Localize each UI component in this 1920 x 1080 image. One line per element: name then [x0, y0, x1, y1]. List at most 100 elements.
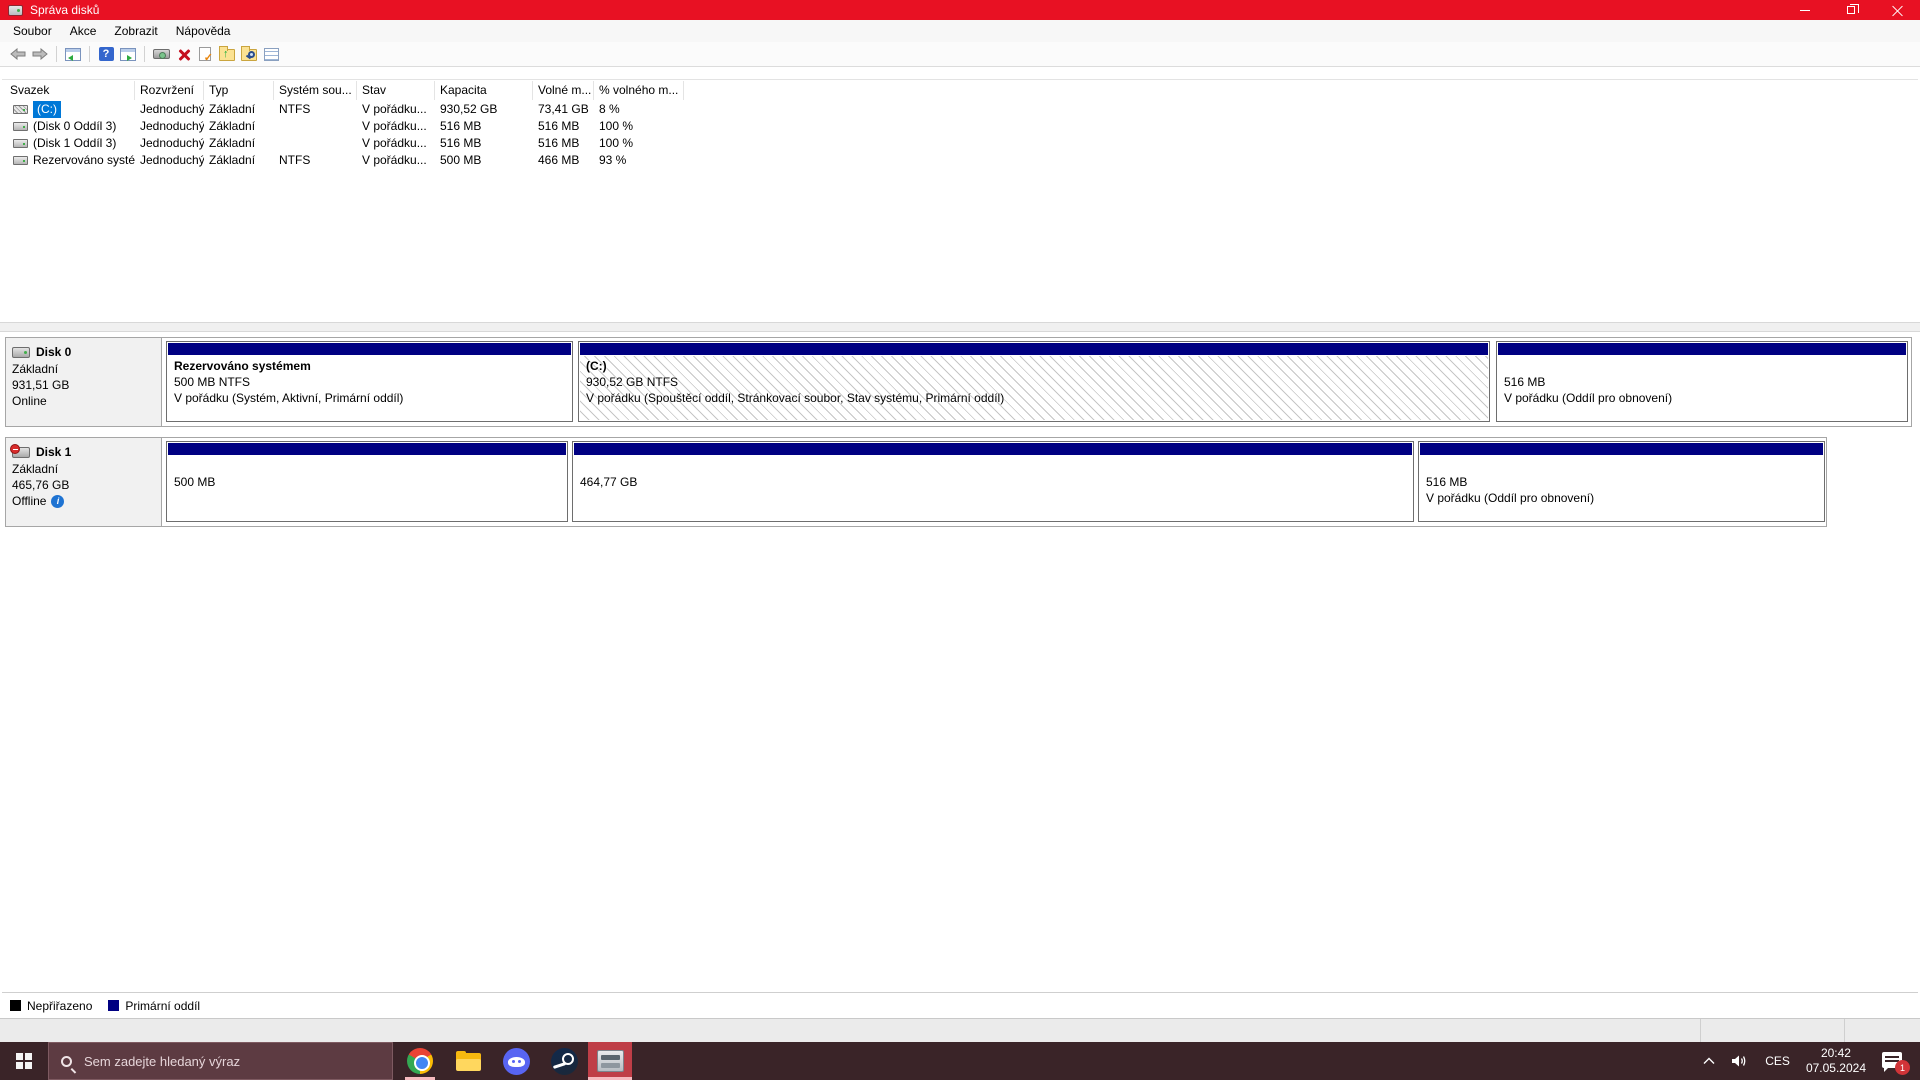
volume-name: Rezervováno systé... — [33, 152, 135, 169]
keyboard-language-indicator[interactable]: CES — [1765, 1054, 1790, 1068]
cell-layout: Jednoduchý — [135, 152, 204, 169]
taskbar-clock[interactable]: 20:42 07.05.2024 — [1806, 1046, 1866, 1076]
close-icon — [1892, 5, 1903, 16]
volume-icon — [13, 156, 28, 165]
tray-chevron-up-icon[interactable] — [1703, 1057, 1715, 1065]
cell-fs: NTFS — [274, 152, 357, 169]
taskbar: CES 20:42 07.05.2024 1 — [0, 1042, 1920, 1080]
details-view-button[interactable] — [260, 44, 282, 64]
partition-c-selected[interactable]: (C:) 930,52 GB NTFS V pořádku (Spouštěcí… — [578, 341, 1490, 422]
file-explorer-icon — [456, 1051, 481, 1071]
table-row-rezervovano[interactable]: Rezervováno systé... Jednoduchý Základní… — [5, 152, 684, 169]
title-bar: Správa disků — [0, 0, 1920, 20]
menu-napoveda[interactable]: Nápověda — [167, 21, 240, 41]
disk-drive-icon — [12, 347, 30, 358]
partition-recovery-disk1[interactable]: 516 MB V pořádku (Oddíl pro obnovení) — [1418, 441, 1825, 522]
taskbar-app-disk-management[interactable] — [588, 1042, 632, 1080]
volume-name: (Disk 1 Oddíl 3) — [33, 135, 116, 152]
drive-properties-button[interactable] — [150, 44, 172, 64]
partition-disk1-500mb[interactable]: 500 MB — [166, 441, 568, 522]
restore-button[interactable] — [1828, 0, 1874, 20]
column-header-volne-misto[interactable]: Volné m... — [533, 81, 594, 100]
console-tree-icon — [65, 48, 81, 61]
partition-status — [174, 490, 560, 506]
legend-unallocated-label: Nepřiřazeno — [27, 999, 92, 1013]
chrome-icon — [407, 1048, 433, 1074]
cell-layout: Jednoduchý — [135, 135, 204, 152]
taskbar-search[interactable] — [48, 1042, 393, 1080]
partition-status: V pořádku (Systém, Aktivní, Primární odd… — [174, 390, 565, 406]
forward-button[interactable] — [29, 44, 51, 64]
windows-logo-icon — [16, 1053, 32, 1069]
discord-icon — [503, 1048, 530, 1075]
partition-name — [1426, 458, 1817, 474]
partition-name: Rezervováno systémem — [174, 358, 565, 374]
delete-x-icon — [177, 48, 190, 61]
disk-drive-offline-icon — [12, 447, 30, 458]
menu-soubor[interactable]: Soubor — [4, 21, 61, 41]
back-arrow-icon — [10, 48, 26, 60]
taskbar-app-steam[interactable] — [540, 1042, 588, 1080]
taskbar-app-chrome[interactable] — [396, 1042, 444, 1080]
start-button[interactable] — [0, 1042, 48, 1080]
delete-volume-button[interactable] — [172, 44, 194, 64]
legend-primary-swatch — [108, 1000, 119, 1011]
legend-primary-label: Primární oddíl — [125, 999, 200, 1013]
volume-name: (Disk 0 Oddíl 3) — [33, 118, 116, 135]
volume-speaker-icon[interactable] — [1731, 1054, 1749, 1068]
close-button[interactable] — [1874, 0, 1920, 20]
disk-name: Disk 0 — [36, 345, 71, 359]
folder-open-button[interactable]: ↑ — [216, 44, 238, 64]
column-header-system-souboru[interactable]: Systém sou... — [274, 81, 357, 100]
check-document-button[interactable] — [194, 44, 216, 64]
disk0-header-panel[interactable]: Disk 0 Základní 931,51 GB Online — [6, 338, 162, 426]
help-icon: ? — [99, 47, 114, 61]
table-row-disk1-oddil3[interactable]: (Disk 1 Oddíl 3) Jednoduchý Základní V p… — [5, 135, 684, 152]
disk-graphical-pane: Disk 0 Základní 931,51 GB Online Rezervo… — [2, 332, 1918, 992]
column-header-svazek[interactable]: Svazek — [5, 81, 135, 100]
folder-find-button[interactable] — [238, 44, 260, 64]
column-header-rozvrzeni[interactable]: Rozvržení — [135, 81, 204, 100]
partition-recovery-disk0[interactable]: 516 MB V pořádku (Oddíl pro obnovení) — [1496, 341, 1908, 422]
partition-color-bar — [574, 443, 1412, 455]
cell-fs: NTFS — [274, 101, 357, 118]
window-controls — [1782, 0, 1920, 20]
taskbar-app-discord[interactable] — [492, 1042, 540, 1080]
console-tree-button[interactable] — [62, 44, 84, 64]
taskbar-app-file-explorer[interactable] — [444, 1042, 492, 1080]
table-row-c[interactable]: (C:) Jednoduchý Základní NTFS V pořádku.… — [5, 101, 684, 118]
partition-color-bar — [168, 443, 566, 455]
disk-management-icon — [597, 1050, 624, 1072]
cell-status: V pořádku... — [357, 152, 435, 169]
cell-capacity: 516 MB — [435, 135, 533, 152]
cell-capacity: 516 MB — [435, 118, 533, 135]
column-header-procento-volneho[interactable]: % volného m... — [594, 81, 684, 100]
partition-disk1-main[interactable]: 464,77 GB — [572, 441, 1414, 522]
info-icon[interactable]: i — [51, 495, 64, 508]
minimize-button[interactable] — [1782, 0, 1828, 20]
cell-type: Základní — [204, 135, 274, 152]
disk1-header-panel[interactable]: Disk 1 Základní 465,76 GB Offline i — [6, 438, 162, 526]
cell-free: 516 MB — [533, 118, 594, 135]
search-icon — [61, 1056, 72, 1067]
show-action-pane-button[interactable] — [117, 44, 139, 64]
partition-system-reserved[interactable]: Rezervováno systémem 500 MB NTFS V pořád… — [166, 341, 573, 422]
back-button[interactable] — [7, 44, 29, 64]
partition-color-bar — [168, 343, 571, 355]
menu-zobrazit[interactable]: Zobrazit — [105, 21, 166, 41]
pane-splitter[interactable] — [0, 322, 1920, 332]
cell-free: 73,41 GB — [533, 101, 594, 118]
notification-center-button[interactable]: 1 — [1882, 1051, 1906, 1071]
column-header-kapacita[interactable]: Kapacita — [435, 81, 533, 100]
disk-size: 465,76 GB — [12, 477, 155, 493]
menu-akce[interactable]: Akce — [61, 21, 106, 41]
table-row-disk0-oddil3[interactable]: (Disk 0 Oddíl 3) Jednoduchý Základní V p… — [5, 118, 684, 135]
partition-size: 500 MB — [174, 474, 560, 490]
cell-free-pct: 100 % — [594, 118, 684, 135]
column-header-stav[interactable]: Stav — [357, 81, 435, 100]
cell-layout: Jednoduchý — [135, 118, 204, 135]
desktop-screen: Správa disků Soubor Akce Zobrazit Nápově… — [0, 0, 1920, 1080]
search-input[interactable] — [84, 1054, 364, 1069]
help-button[interactable]: ? — [95, 44, 117, 64]
column-header-typ[interactable]: Typ — [204, 81, 274, 100]
